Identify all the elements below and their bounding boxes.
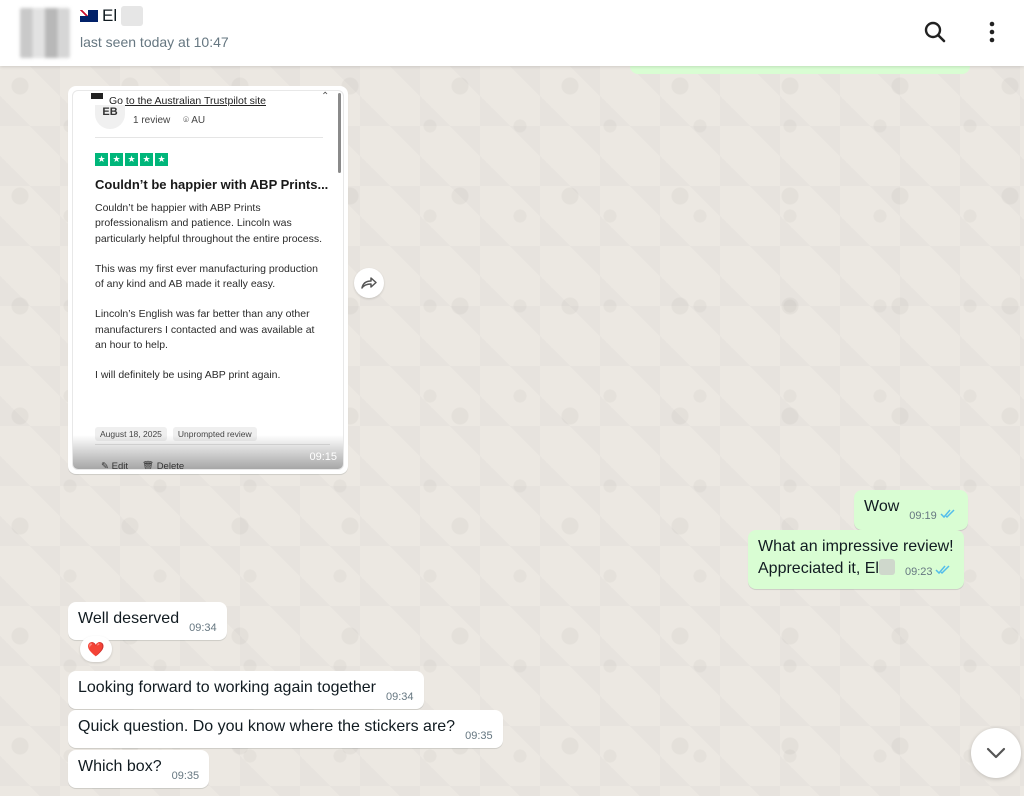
message-text: Wow (864, 498, 900, 515)
star-rating: ★ ★ ★ ★ ★ (95, 153, 168, 166)
review-actions: ✎ Edit 🗑 Delete (101, 461, 185, 470)
trash-icon: 🗑 (141, 461, 155, 470)
star-icon: ★ (155, 153, 168, 166)
message-time: 09:15 (309, 451, 337, 463)
edit-action: ✎ Edit (101, 461, 128, 470)
pencil-icon: ✎ (101, 461, 109, 470)
trustpilot-logo-icon (91, 93, 103, 99)
message-text: Looking forward to working again togethe… (78, 679, 376, 696)
screenshot-scrollbar (338, 93, 341, 173)
incoming-message[interactable]: Which box? 09:35 (68, 750, 210, 788)
trustpilot-link: Go to the Australian Trustpilot site (109, 95, 266, 107)
message-time: 09:23 (904, 566, 933, 578)
contact-name[interactable]: El (80, 6, 144, 26)
outgoing-message[interactable]: Wow 09:19 (854, 490, 968, 530)
redacted-name-block (121, 6, 144, 26)
redacted-name-block (878, 559, 895, 575)
search-button[interactable] (920, 17, 950, 47)
review-screenshot[interactable]: Go to the Australian Trustpilot site ⌃ E… (72, 90, 344, 470)
forward-icon (361, 277, 377, 289)
read-ticks-icon (940, 506, 958, 524)
review-paragraph: This was my first ever manufacturing pro… (95, 262, 318, 291)
read-ticks-icon (935, 560, 953, 582)
message-time: 09:34 (385, 691, 414, 703)
image-message[interactable]: Go to the Australian Trustpilot site ⌃ E… (68, 86, 348, 474)
outgoing-message[interactable]: What an impressive review! Appreciated i… (748, 530, 964, 589)
kebab-menu-icon (989, 21, 995, 43)
message-time: 09:34 (189, 622, 217, 634)
divider (95, 137, 323, 138)
contact-name-text: El (102, 6, 118, 25)
menu-button[interactable] (977, 17, 1007, 47)
chat-header: El last seen today at 10:47 (0, 0, 1024, 66)
star-icon: ★ (140, 153, 153, 166)
review-paragraph: Lincoln’s English was far better than an… (95, 308, 315, 352)
forward-button[interactable] (354, 268, 384, 298)
incoming-message[interactable]: Looking forward to working again togethe… (68, 671, 424, 709)
star-icon: ★ (125, 153, 138, 166)
star-icon: ★ (110, 153, 123, 166)
scroll-to-bottom-button[interactable] (971, 728, 1021, 778)
contact-avatar[interactable] (20, 8, 70, 58)
review-title: Couldn’t be happier with ABP Prints... (95, 177, 329, 192)
last-seen-status: last seen today at 10:47 (80, 34, 229, 50)
reviewer-initials: EB (95, 105, 125, 129)
heart-icon: ❤️ (87, 640, 105, 657)
review-paragraph: Couldn’t be happier with ABP Prints prof… (95, 202, 323, 245)
message-time: 09:35 (171, 770, 200, 782)
australia-flag-icon (80, 10, 98, 22)
delete-action: 🗑 Delete (141, 461, 185, 470)
incoming-message[interactable]: Well deserved 09:34 (68, 602, 227, 640)
chevron-up-icon: ⌃ (321, 91, 330, 102)
message-text: Quick question. Do you know where the st… (78, 718, 456, 735)
reviewer-meta: 1 review ⌾ AU (133, 115, 205, 126)
message-time: 09:19 (909, 510, 937, 522)
chevron-down-icon (986, 747, 1006, 759)
location-pin-icon: ⌾ (183, 115, 190, 126)
message-text: Which box? (78, 758, 162, 775)
message-text-line: Appreciated it, El (758, 560, 879, 577)
heart-reaction[interactable]: ❤️ (80, 636, 112, 662)
review-body: Couldn’t be happier with ABP Prints prof… (95, 201, 327, 399)
search-icon (924, 21, 946, 43)
message-text: Well deserved (78, 610, 180, 627)
star-icon: ★ (95, 153, 108, 166)
review-paragraph: I will definitely be using ABP print aga… (95, 369, 281, 382)
reviewer-location: AU (191, 115, 206, 126)
review-count: 1 review (133, 115, 171, 126)
message-time: 09:35 (465, 730, 493, 742)
message-text-line: What an impressive review! (758, 538, 954, 555)
incoming-message[interactable]: Quick question. Do you know where the st… (68, 710, 503, 748)
